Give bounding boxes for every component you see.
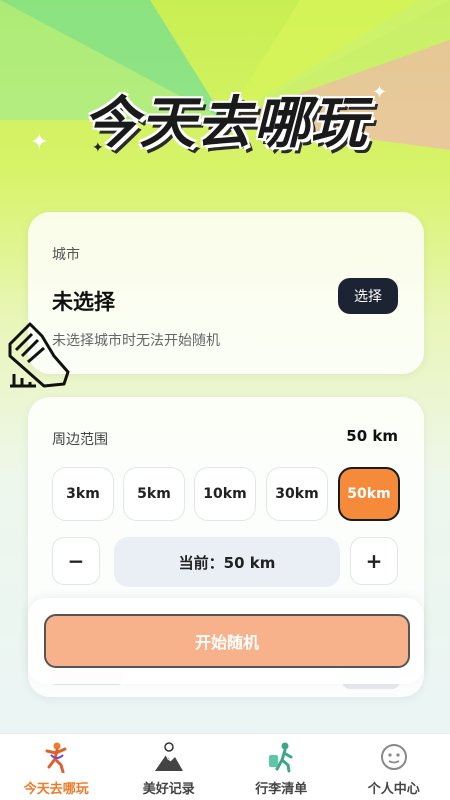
select-city-button[interactable]: 选择 <box>338 278 398 314</box>
tab-label: 美好记录 <box>142 782 195 797</box>
current-range-display: 当前：50 km <box>114 537 340 587</box>
range-option-50km[interactable]: 50km <box>338 467 400 521</box>
tab-luggage[interactable]: 行李清单 <box>225 734 338 800</box>
page-title: 今天去哪玩 <box>82 91 368 156</box>
dancer-icon <box>39 740 73 774</box>
bottom-tab-bar: 今天去哪玩 美好记录 行李清单 个人中心 <box>0 733 450 800</box>
range-option-10km[interactable]: 10km <box>194 467 256 521</box>
tab-records[interactable]: 美好记录 <box>113 734 226 800</box>
decrement-button[interactable]: − <box>52 537 100 585</box>
increment-button[interactable]: + <box>350 537 398 585</box>
city-hint: 未选择城市时无法开始随机 <box>52 333 220 349</box>
range-option-3km[interactable]: 3km <box>52 467 114 521</box>
traveler-icon <box>264 740 298 774</box>
tab-today[interactable]: 今天去哪玩 <box>0 734 113 800</box>
city-card: 城市 未选择 选择 未选择城市时无法开始随机 <box>28 212 424 374</box>
range-option-30km[interactable]: 30km <box>266 467 328 521</box>
city-label: 城市 <box>52 247 80 263</box>
start-random-button[interactable]: 开始随机 <box>44 614 410 668</box>
tab-profile[interactable]: 个人中心 <box>338 734 450 800</box>
smiley-icon <box>377 740 411 774</box>
range-label: 周边范围 <box>52 432 108 448</box>
tab-label: 个人中心 <box>367 782 420 797</box>
city-value: 未选择 <box>52 290 115 314</box>
shoe-icon <box>8 322 70 388</box>
range-option-5km[interactable]: 5km <box>123 467 185 521</box>
range-value: 50 km <box>346 427 398 445</box>
tab-label: 行李清单 <box>255 782 308 797</box>
mountain-icon <box>152 740 186 774</box>
tab-label: 今天去哪玩 <box>23 782 89 797</box>
start-panel: 开始随机 <box>28 598 424 684</box>
